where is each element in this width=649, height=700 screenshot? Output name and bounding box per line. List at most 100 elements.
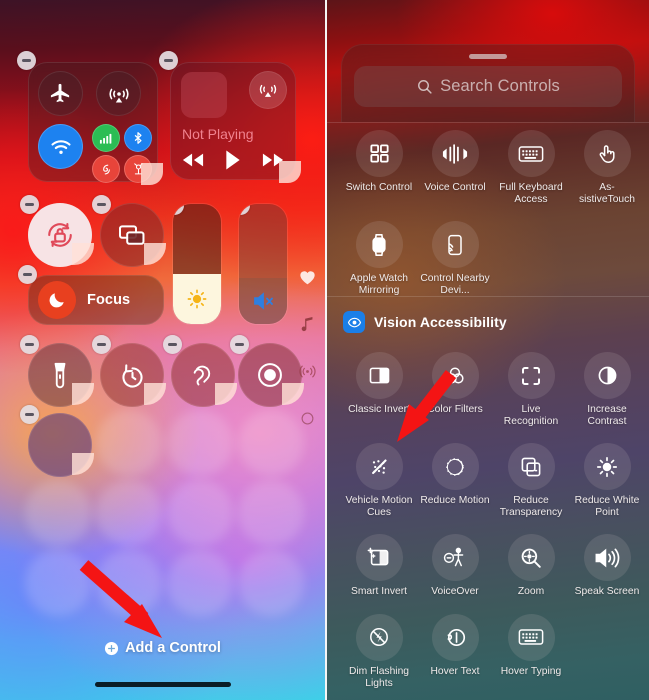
- screenshot-root: Not Playing Focus Add a Control Search C…: [0, 0, 649, 700]
- remove-control-button[interactable]: [92, 335, 111, 354]
- empty-slot-bokeh: [238, 550, 304, 616]
- control-item-color-filters[interactable]: Color Filters: [417, 352, 493, 427]
- control-label: Hover Typing: [500, 665, 562, 677]
- control-item-classic-invert[interactable]: Classic Invert: [341, 352, 417, 427]
- left-phone-control-center: Not Playing Focus Add a Control: [0, 0, 325, 700]
- airdrop-icon: [107, 82, 131, 106]
- airplane-mode-button[interactable]: [38, 71, 83, 116]
- control-label: Reduce White Point: [574, 495, 640, 518]
- increase-contrast-icon: [583, 352, 631, 399]
- remove-control-button[interactable]: [17, 51, 36, 70]
- control-item-apple-watch-mirroring[interactable]: Apple Watch Mirroring: [341, 221, 417, 296]
- slider-fill: [173, 273, 221, 324]
- search-placeholder: Search Controls: [440, 77, 560, 95]
- dim-flashing-lights-icon: [355, 613, 403, 661]
- reduce-white-point-icon: [583, 443, 631, 491]
- control-label: As- sistiveTouch: [578, 182, 636, 205]
- control-item-reduce-transparency[interactable]: Reduce Transparency: [493, 443, 569, 518]
- remove-control-button[interactable]: [159, 51, 178, 70]
- play-icon[interactable]: [225, 150, 241, 170]
- focus-toggle[interactable]: [38, 281, 76, 319]
- control-item-speak-screen[interactable]: Speak Screen: [569, 534, 645, 598]
- remove-control-button[interactable]: [92, 195, 111, 214]
- control-item-dim-flashing-lights[interactable]: Dim Flashing Lights: [341, 613, 417, 689]
- screen-mirroring-control[interactable]: [92, 195, 166, 267]
- control-item-control-nearby-devices[interactable]: Control Nearby Devi...: [417, 221, 493, 296]
- control-item-hover-typing[interactable]: Hover Typing: [493, 613, 569, 689]
- airplay-button[interactable]: [249, 71, 287, 109]
- remove-control-button[interactable]: [20, 195, 39, 214]
- live-recognition-icon: [507, 352, 555, 399]
- rotation-lock-control[interactable]: [20, 195, 94, 267]
- remove-control-button[interactable]: [163, 335, 182, 354]
- rewind-icon[interactable]: [182, 152, 204, 168]
- control-item-smart-invert[interactable]: Smart Invert: [341, 534, 417, 598]
- remove-control-button[interactable]: [20, 335, 39, 354]
- control-label: Smart Invert: [350, 586, 408, 598]
- focus-label: Focus: [87, 292, 131, 308]
- volume-slider[interactable]: [238, 203, 288, 325]
- empty-slot-bokeh: [238, 480, 304, 546]
- broadcast-icon[interactable]: [298, 363, 316, 385]
- control-item-live-recognition[interactable]: Live Recognition: [493, 352, 569, 427]
- blank-control[interactable]: [20, 405, 94, 477]
- section-divider: [327, 296, 649, 297]
- control-label: Dim Flashing Lights: [348, 665, 410, 689]
- timer-control[interactable]: [92, 335, 166, 407]
- control-item-reduce-motion[interactable]: Reduce Motion: [417, 443, 493, 518]
- home-indicator: [94, 682, 231, 687]
- remove-control-button[interactable]: [18, 265, 37, 284]
- remove-control-button[interactable]: [230, 335, 249, 354]
- resize-handle[interactable]: [141, 163, 163, 185]
- sheet-grabber[interactable]: [469, 54, 507, 59]
- zoom-icon: [507, 534, 555, 582]
- wifi-button[interactable]: [38, 124, 83, 169]
- control-label: Increase Contrast: [587, 404, 627, 427]
- empty-slot-bokeh: [25, 480, 91, 546]
- control-item-reduce-white-point[interactable]: Reduce White Point: [569, 443, 645, 518]
- hearing-control[interactable]: [163, 335, 237, 407]
- music-note-icon[interactable]: [300, 316, 314, 337]
- screen-recording-control[interactable]: [230, 335, 304, 407]
- control-label: Hover Text: [430, 665, 480, 677]
- brightness-slider[interactable]: [172, 203, 222, 325]
- airdrop-button[interactable]: [96, 71, 141, 116]
- control-item-increase-contrast[interactable]: Increase Contrast: [569, 352, 645, 427]
- resize-handle[interactable]: [279, 161, 301, 183]
- reduce-motion-icon: [431, 443, 479, 491]
- circle-icon[interactable]: [300, 411, 315, 431]
- hover-typing-icon: [507, 613, 555, 661]
- control-item-hover-text[interactable]: Hover Text: [417, 613, 493, 689]
- heart-icon[interactable]: [299, 270, 316, 290]
- moon-icon: [47, 290, 67, 310]
- bluetooth-button[interactable]: [124, 124, 152, 152]
- media-status-text: Not Playing: [182, 126, 254, 142]
- keyboard-icon: [507, 130, 555, 177]
- add-a-control-button[interactable]: Add a Control: [0, 640, 325, 656]
- focus-control[interactable]: Focus: [18, 265, 164, 325]
- page-indicator-column: [295, 270, 319, 431]
- control-item-zoom[interactable]: Zoom: [493, 534, 569, 598]
- album-art-placeholder: [181, 72, 227, 118]
- cellular-data-button[interactable]: [92, 124, 120, 152]
- control-item-voice-control[interactable]: Voice Control: [417, 130, 493, 205]
- control-item-assistive-touch[interactable]: As- sistiveTouch: [569, 130, 645, 205]
- media-player-module[interactable]: Not Playing: [159, 51, 301, 183]
- search-controls-field[interactable]: Search Controls: [354, 66, 622, 107]
- control-item-voiceover[interactable]: VoiceOver: [417, 534, 493, 598]
- hotspot-button[interactable]: [92, 155, 120, 183]
- cellular-icon: [99, 131, 114, 146]
- control-label: Color Filters: [427, 404, 483, 415]
- section-divider: [327, 122, 649, 123]
- control-label: Speak Screen: [574, 586, 640, 598]
- control-item-vehicle-motion-cues[interactable]: Vehicle Motion Cues: [341, 443, 417, 518]
- remove-control-button[interactable]: [20, 405, 39, 424]
- connectivity-module[interactable]: [17, 51, 163, 185]
- control-item-full-keyboard-access[interactable]: Full Keyboard Access: [493, 130, 569, 205]
- flashlight-control[interactable]: [20, 335, 94, 407]
- control-item-switch-control[interactable]: Switch Control: [341, 130, 417, 205]
- control-label: Reduce Transparency: [499, 495, 563, 518]
- control-label: Classic Invert: [348, 404, 410, 415]
- slider-fill: [239, 278, 287, 324]
- switch-control-icon: [355, 130, 403, 177]
